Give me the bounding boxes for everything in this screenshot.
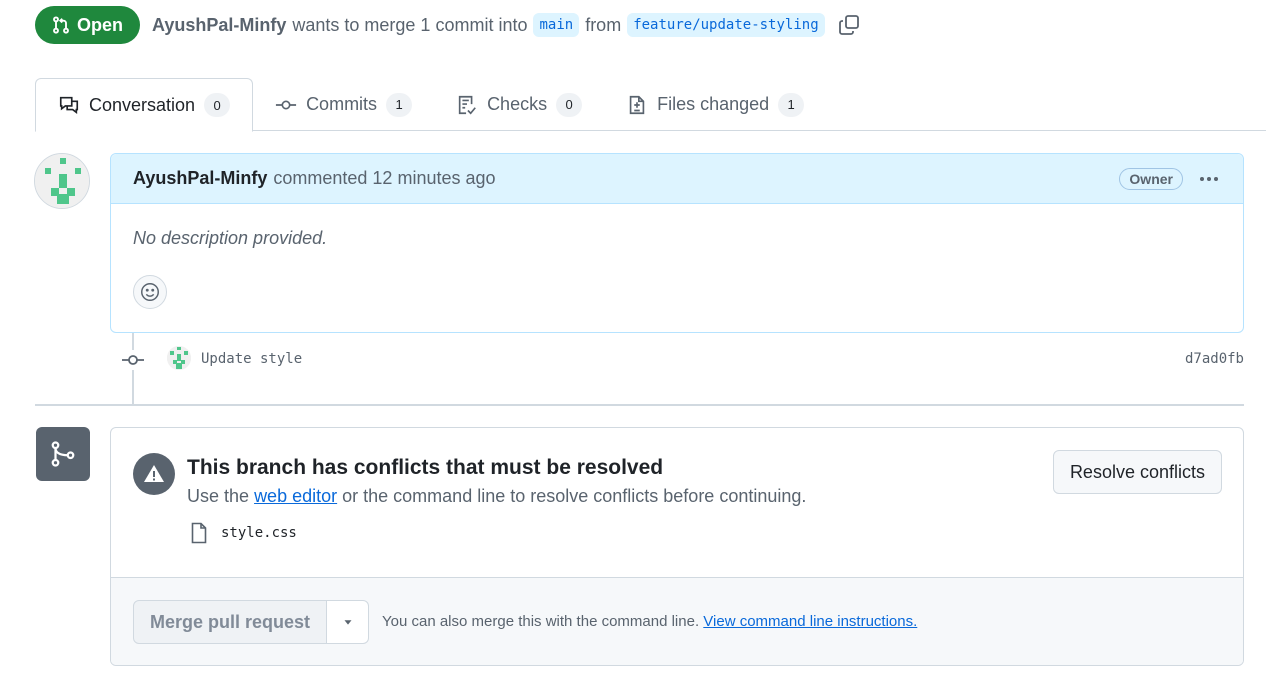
tab-files-changed[interactable]: Files changed 1 xyxy=(604,78,826,131)
merge-box: This branch has conflicts that must be r… xyxy=(110,427,1244,666)
identicon-icon xyxy=(167,346,191,370)
conflict-file-name: style.css xyxy=(221,525,297,541)
comment-author-link[interactable]: AyushPal-Minfy xyxy=(133,168,267,189)
add-reaction-button[interactable] xyxy=(133,275,167,309)
comment-discussion-icon xyxy=(59,96,79,114)
tab-counter: 0 xyxy=(204,93,231,117)
pr-author-link[interactable]: AyushPal-Minfy xyxy=(152,15,286,36)
git-commit-icon xyxy=(275,100,297,109)
tab-commits[interactable]: Commits 1 xyxy=(253,78,434,131)
comment-box: AyushPal-Minfy commented 12 minutes ago … xyxy=(110,153,1244,333)
merge-button-group: Merge pull request xyxy=(133,600,370,644)
checklist-icon xyxy=(458,95,476,114)
pr-state-badge: Open xyxy=(35,6,141,44)
commit-message-link[interactable]: Update style xyxy=(201,351,302,367)
commit-author-avatar[interactable] xyxy=(167,346,191,370)
pr-state-label: Open xyxy=(77,14,124,35)
conflict-file-item: style.css xyxy=(189,522,297,544)
git-commit-icon xyxy=(121,350,145,370)
alert-icon xyxy=(144,465,164,482)
web-editor-link[interactable]: web editor xyxy=(254,486,337,506)
pr-header: Open AyushPal-Minfy wants to merge 1 com… xyxy=(35,5,861,45)
merge-pull-request-button[interactable]: Merge pull request xyxy=(133,600,328,644)
copy-icon[interactable] xyxy=(837,13,861,37)
tab-label: Commits xyxy=(306,94,378,114)
tab-label: Conversation xyxy=(89,94,196,115)
comment-body: No description provided. xyxy=(133,228,328,248)
comment-action: commented xyxy=(273,168,368,188)
avatar[interactable] xyxy=(34,153,90,209)
pr-summary: AyushPal-Minfy wants to merge 1 commit i… xyxy=(152,13,861,37)
kebab-horizontal-icon[interactable] xyxy=(1197,167,1221,191)
tab-conversation[interactable]: Conversation 0 xyxy=(35,78,254,132)
tab-counter: 0 xyxy=(556,92,583,117)
comment-header: AyushPal-Minfy commented 12 minutes ago … xyxy=(111,154,1243,204)
tab-checks[interactable]: Checks 0 xyxy=(434,78,604,131)
git-merge-icon xyxy=(51,441,75,467)
merge-footer: Merge pull request You can also merge th… xyxy=(111,577,1243,665)
git-pull-request-icon xyxy=(53,16,69,34)
file-icon xyxy=(191,522,207,544)
merge-method-dropdown[interactable] xyxy=(327,600,370,644)
commit-sha-link[interactable]: d7ad0fb xyxy=(1185,351,1244,367)
conflict-description: Use the web editor or the command line t… xyxy=(187,486,806,507)
comment-timestamp[interactable]: 12 minutes ago xyxy=(372,168,495,189)
head-branch-label[interactable]: feature/update-styling xyxy=(627,13,825,37)
pr-tabs: Conversation 0 Commits 1 Checks 0 Files … xyxy=(35,78,1266,132)
tab-label: Files changed xyxy=(657,94,770,114)
identicon-icon xyxy=(35,154,89,208)
base-branch-label[interactable]: main xyxy=(533,13,580,37)
merge-hint: You can also merge this with the command… xyxy=(382,613,917,630)
timeline-divider xyxy=(35,404,1244,406)
merge-status-icon xyxy=(36,427,90,481)
conflict-warning xyxy=(133,453,175,495)
pr-wants-text: wants to merge 1 commit into xyxy=(292,14,528,35)
tab-counter: 1 xyxy=(778,92,805,117)
conflict-desc-suffix: or the command line to resolve conflicts… xyxy=(342,486,807,506)
triangle-down-icon xyxy=(344,620,352,625)
tab-counter: 1 xyxy=(386,92,413,117)
command-line-instructions-link[interactable]: View command line instructions. xyxy=(703,613,917,630)
smiley-icon xyxy=(141,283,159,301)
file-diff-icon xyxy=(629,95,645,114)
tab-label: Checks xyxy=(487,94,548,114)
conflict-desc-prefix: Use the xyxy=(187,486,250,506)
owner-badge: Owner xyxy=(1119,167,1183,190)
resolve-conflicts-button[interactable]: Resolve conflicts xyxy=(1052,450,1222,494)
merge-hint-text: You can also merge this with the command… xyxy=(382,613,700,630)
conflict-title: This branch has conflicts that must be r… xyxy=(187,456,664,479)
pr-from-text: from xyxy=(585,14,622,35)
